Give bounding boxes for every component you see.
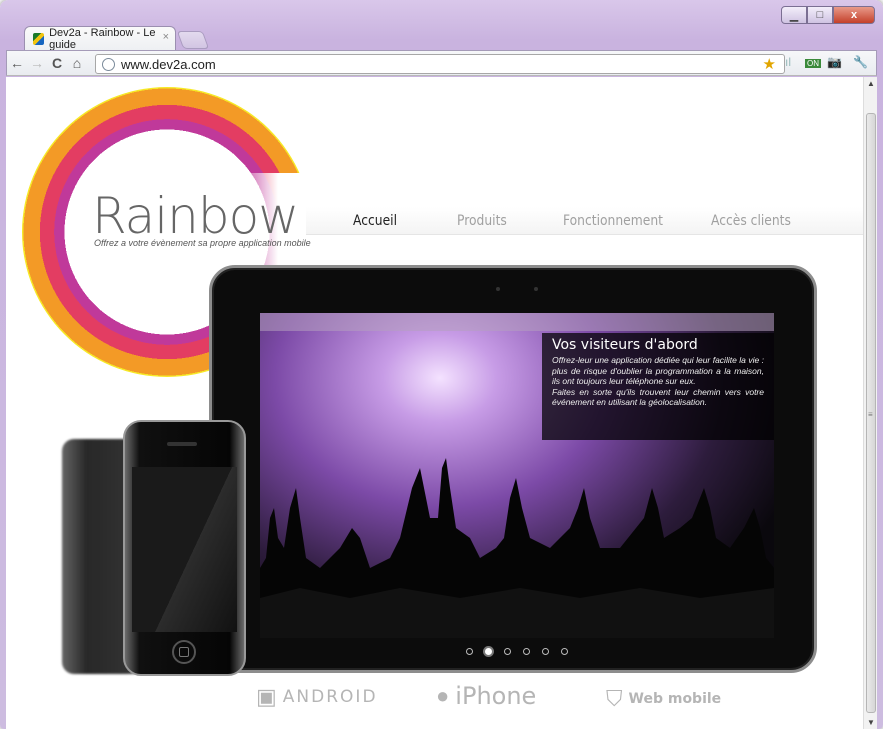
site-tagline: Offrez a votre évènement sa propre appli… bbox=[94, 238, 311, 248]
on-extension-icon[interactable]: ON bbox=[805, 59, 821, 68]
window-controls: ▁ □ x bbox=[781, 6, 875, 24]
platform-iphone: ● iPhone bbox=[436, 682, 537, 710]
slider-dot-6[interactable] bbox=[561, 648, 568, 655]
html5-icon: ⛉ bbox=[606, 686, 623, 711]
slider-dot-2[interactable] bbox=[485, 648, 492, 655]
vertical-scrollbar[interactable]: ▲ ≡ ▼ bbox=[863, 77, 877, 729]
phone-speaker bbox=[167, 442, 197, 446]
slide-text-1: Offrez-leur une application dédiée qui l… bbox=[552, 355, 764, 386]
phone-home-button bbox=[172, 640, 196, 664]
nav-accueil[interactable]: Accueil bbox=[353, 213, 397, 229]
nav-produits[interactable]: Produits bbox=[457, 213, 507, 229]
slider-dot-3[interactable] bbox=[504, 648, 511, 655]
back-button[interactable]: ← bbox=[7, 55, 27, 71]
slider-dot-1[interactable] bbox=[466, 648, 473, 655]
scroll-thumb[interactable]: ≡ bbox=[866, 113, 876, 713]
browser-toolbar: ← → C ⌂ www.dev2a.com ★ ıl ON 📷 🔧 bbox=[6, 50, 877, 76]
address-bar[interactable]: www.dev2a.com ★ bbox=[95, 54, 785, 74]
tab-bar: Dev2a - Rainbow - Le guide × ▁ □ x bbox=[0, 0, 883, 51]
camera-extension-icon[interactable]: 📷 bbox=[827, 55, 842, 69]
nav-acces-clients[interactable]: Accès clients bbox=[711, 213, 791, 229]
signal-icon[interactable]: ıl bbox=[785, 55, 791, 69]
slider-dot-5[interactable] bbox=[542, 648, 549, 655]
home-button[interactable]: ⌂ bbox=[67, 55, 87, 71]
tab-title: Dev2a - Rainbow - Le guide bbox=[49, 26, 156, 51]
platform-logos: ▣ ANDROID ● iPhone ⛉ Web mobile bbox=[6, 682, 861, 722]
apple-icon: ● bbox=[436, 683, 450, 708]
scroll-down-icon[interactable]: ▼ bbox=[867, 718, 875, 727]
tab-dev2a[interactable]: Dev2a - Rainbow - Le guide × bbox=[24, 26, 176, 51]
tablet-camera bbox=[496, 287, 500, 291]
slide-caption: Vos visiteurs d'abord Offrez-leur une ap… bbox=[542, 333, 774, 440]
nav-fonctionnement[interactable]: Fonctionnement bbox=[563, 213, 663, 229]
slide-title: Vos visiteurs d'abord bbox=[552, 337, 698, 353]
url-text: www.dev2a.com bbox=[121, 56, 216, 72]
tab-close-icon[interactable]: × bbox=[163, 31, 169, 43]
main-nav: Accueil Produits Fonctionnement Accès cl… bbox=[306, 207, 866, 235]
minimize-button[interactable]: ▁ bbox=[781, 6, 807, 24]
wrench-menu-icon[interactable]: 🔧 bbox=[853, 55, 868, 69]
reload-button[interactable]: C bbox=[47, 55, 67, 71]
phone-screen bbox=[132, 467, 237, 632]
scroll-up-icon[interactable]: ▲ bbox=[867, 79, 875, 88]
platform-web-mobile: ⛉ Web mobile bbox=[606, 686, 722, 711]
concert-crowd-image bbox=[260, 458, 774, 638]
iphone-image bbox=[123, 420, 246, 676]
forward-button[interactable]: → bbox=[27, 55, 47, 71]
globe-icon bbox=[102, 57, 115, 71]
tablet-frame: Vos visiteurs d'abord Offrez-leur une ap… bbox=[209, 265, 817, 673]
maximize-button[interactable]: □ bbox=[807, 6, 833, 24]
slider-dots bbox=[466, 648, 568, 655]
slide-top-band bbox=[260, 313, 774, 331]
slider-image[interactable]: Vos visiteurs d'abord Offrez-leur une ap… bbox=[260, 313, 774, 638]
site-logo[interactable]: Rainbow bbox=[92, 187, 299, 245]
browser-window: Dev2a - Rainbow - Le guide × ▁ □ x ← → C… bbox=[0, 0, 883, 729]
android-icon: ▣ bbox=[256, 684, 277, 709]
platform-android: ▣ ANDROID bbox=[256, 684, 378, 709]
new-tab-button[interactable] bbox=[176, 31, 210, 49]
tablet-sensor bbox=[534, 287, 538, 291]
favicon-icon bbox=[33, 32, 45, 45]
close-button[interactable]: x bbox=[833, 6, 875, 24]
page-viewport: Accueil Produits Fonctionnement Accès cl… bbox=[6, 77, 877, 729]
slide-text-2: Faites en sorte qu'ils trouvent leur che… bbox=[552, 386, 764, 408]
slider-dot-4[interactable] bbox=[523, 648, 530, 655]
bookmark-star-icon[interactable]: ★ bbox=[763, 55, 776, 73]
